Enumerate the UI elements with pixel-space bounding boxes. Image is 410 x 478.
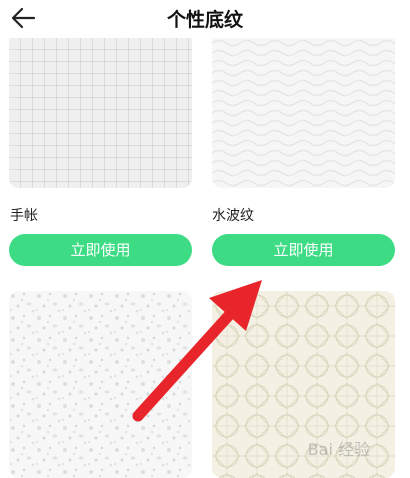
use-now-button-grid[interactable]: 立即使用 <box>9 234 192 266</box>
terrazzo-texture-preview <box>9 291 192 478</box>
texture-card-terrazzo[interactable] <box>9 291 192 478</box>
grid-texture-preview <box>9 38 192 188</box>
wave-texture-preview <box>212 38 395 188</box>
texture-name-label: 水波纹 <box>212 208 254 224</box>
texture-name-label: 手帐 <box>10 208 38 224</box>
watermark: Bai 经验 <box>307 440 370 459</box>
texture-card-grid[interactable] <box>9 38 192 188</box>
page-title: 个性底纹 <box>166 9 243 31</box>
header: 个性底纹 <box>0 0 410 36</box>
texture-card-waves[interactable] <box>212 38 395 188</box>
use-now-button-waves[interactable]: 立即使用 <box>212 234 395 266</box>
